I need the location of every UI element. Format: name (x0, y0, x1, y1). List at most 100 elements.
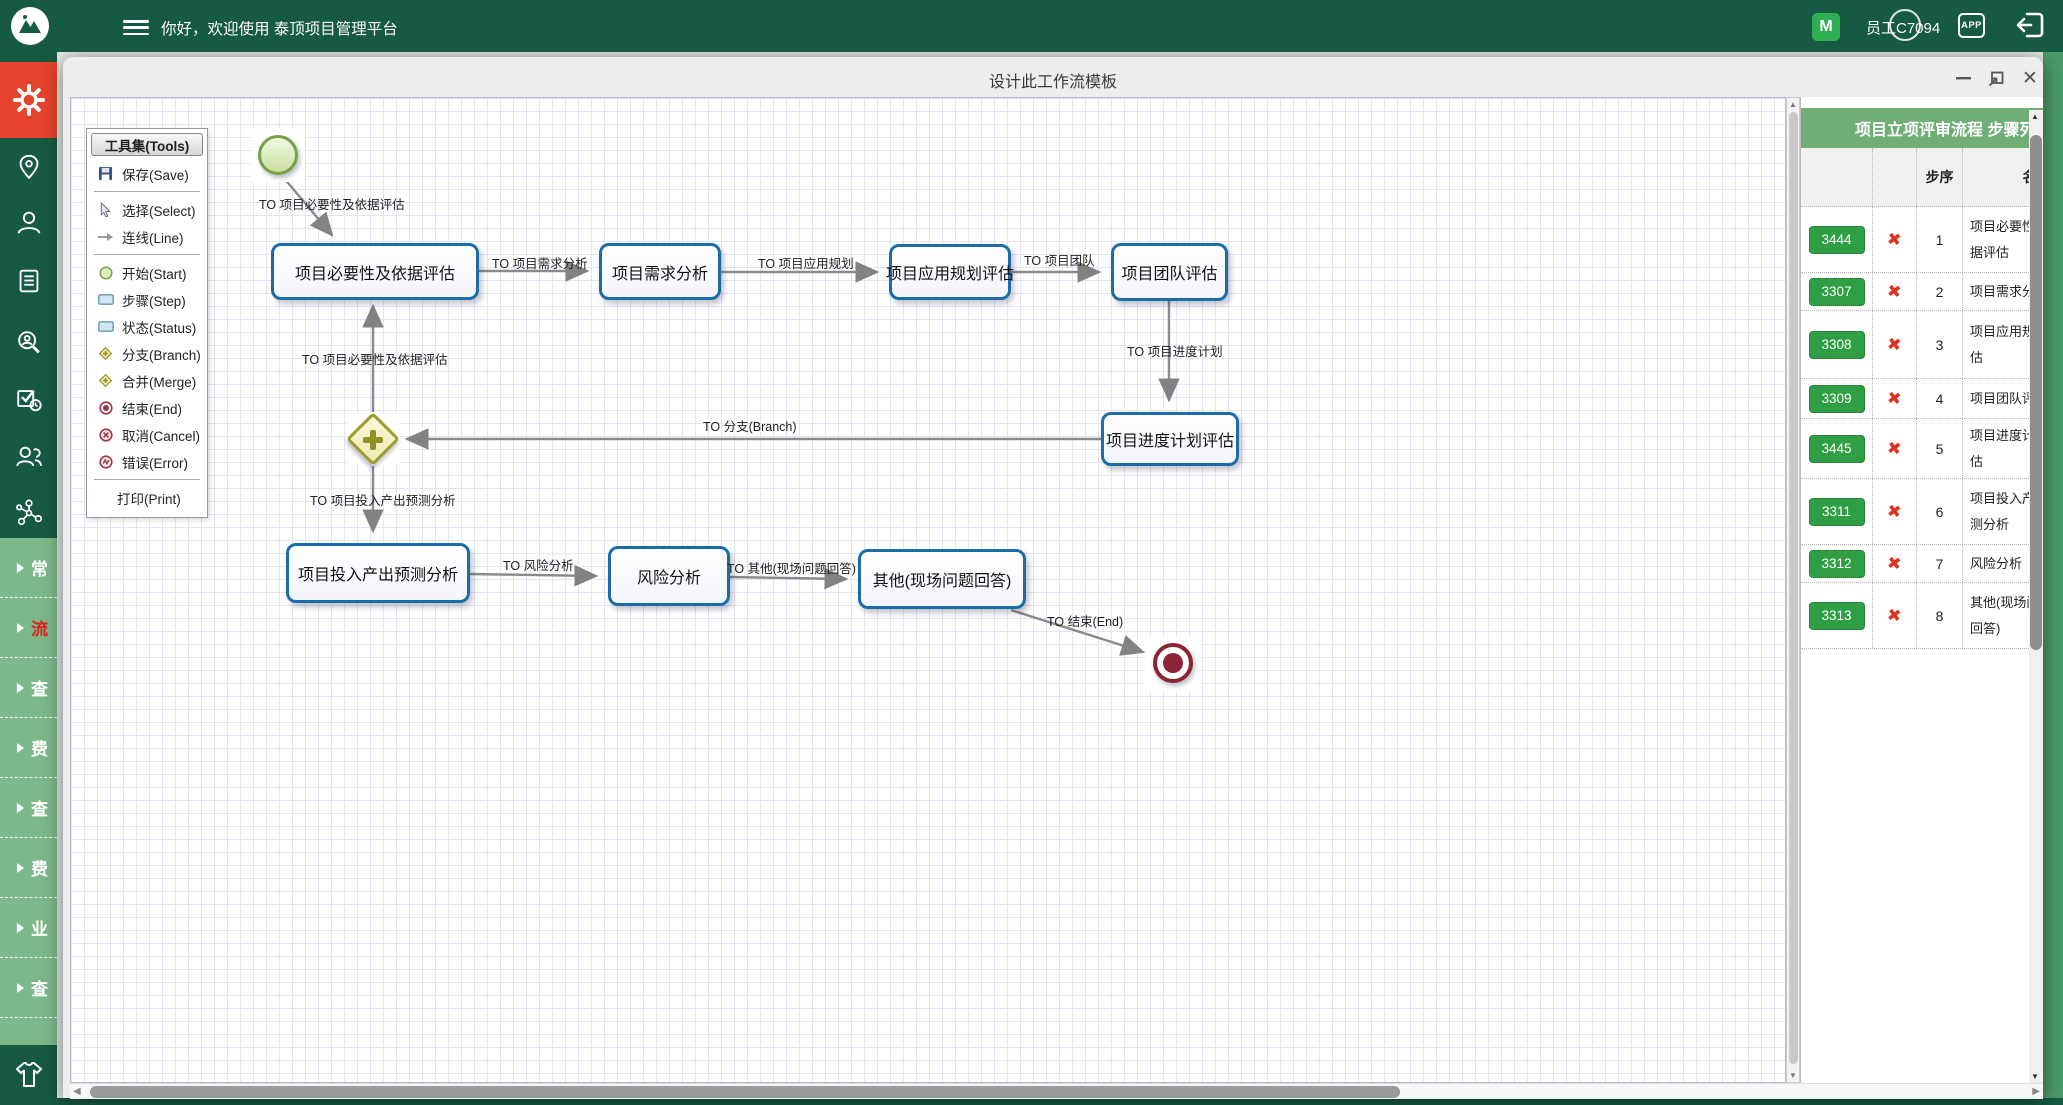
sidebar-item-approval[interactable] (0, 385, 57, 415)
scrollbar-thumb[interactable] (90, 1086, 1400, 1098)
tool-cancel[interactable]: 取消(Cancel) (87, 421, 207, 448)
hamburger-menu-icon[interactable] (123, 20, 149, 35)
edge-risk-to-other[interactable] (729, 567, 849, 590)
sidebar-item-feiyong2[interactable]: 费 (0, 838, 57, 898)
sidebar-footer[interactable] (0, 1045, 57, 1105)
tool-status[interactable]: 状态(Status) (87, 313, 207, 340)
step-id-button[interactable]: 3444 (1808, 225, 1865, 254)
error-circle-icon (97, 454, 114, 469)
tool-merge[interactable]: 合并(Merge) (87, 367, 207, 394)
edge-label: TO 项目必要性及依据评估 (302, 353, 448, 367)
scroll-left-icon[interactable]: ◀ (73, 1086, 81, 1097)
node-team[interactable]: 项目团队评估 (1111, 243, 1228, 301)
node-requirement[interactable]: 项目需求分析 (599, 243, 721, 300)
delete-icon[interactable]: ✖ (1886, 281, 1903, 303)
step-id-button[interactable]: 3308 (1808, 330, 1865, 359)
scroll-down-icon[interactable]: ▼ (2029, 1072, 2041, 1081)
tool-step[interactable]: 步骤(Step) (87, 286, 207, 313)
canvas-vertical-scrollbar[interactable]: ▲ ▼ (1786, 97, 1800, 1083)
table-row: 3309 ✖ 4 项目团队评估 (1801, 379, 2043, 419)
canvas-horizontal-scrollbar[interactable]: ◀ ▶ (70, 1083, 2043, 1099)
scroll-up-icon[interactable]: ▲ (2029, 112, 2041, 121)
tool-error[interactable]: 错误(Error) (87, 448, 207, 475)
divider (94, 191, 200, 192)
cursor-icon (97, 202, 114, 217)
edge-label: TO 分支(Branch) (703, 420, 797, 434)
steps-table: 步序 名称 3444 ✖ 1 项目必要性及依据评估 3307 ✖ 2 项目需求分… (1801, 148, 2043, 649)
table-row: 3307 ✖ 2 项目需求分析 (1801, 273, 2043, 311)
tool-print[interactable]: 打印(Print) (87, 484, 207, 511)
edge-label: TO 项目必要性及依据评估 (259, 198, 405, 212)
sidebar-item-yewu[interactable]: 业 (0, 898, 57, 958)
sidebar-item-liucheng-active[interactable]: 流 (0, 598, 57, 658)
node-schedule[interactable]: 项目进度计划评估 (1101, 412, 1239, 466)
app-logo-icon (11, 7, 49, 45)
chevron-right-icon (17, 742, 24, 753)
node-application[interactable]: 项目应用规划评估 (886, 244, 1014, 300)
app-download-icon[interactable]: APP (1958, 13, 1985, 38)
tool-end[interactable]: 结束(End) (87, 394, 207, 421)
cancel-circle-icon (97, 427, 114, 442)
step-id-button[interactable]: 3311 (1808, 497, 1865, 526)
sidebar-item-user[interactable] (0, 208, 57, 238)
tool-save[interactable]: 保存(Save) (87, 160, 207, 187)
tool-branch[interactable]: 分支(Branch) (87, 340, 207, 367)
step-id-button[interactable]: 3445 (1808, 434, 1865, 463)
user-name[interactable]: 员工C7094 (1866, 17, 1940, 38)
edge-investment-to-risk[interactable] (469, 564, 599, 587)
logout-icon[interactable] (2014, 10, 2046, 45)
delete-icon[interactable]: ✖ (1886, 501, 1903, 523)
dialog-titlebar[interactable]: 设计此工作流模板 ✕ (63, 57, 2043, 97)
step-id-button[interactable]: 3307 (1808, 277, 1865, 306)
branch-plus-icon (370, 429, 376, 450)
scroll-down-icon[interactable]: ▼ (1787, 1071, 1799, 1080)
sidebar-item-chaxun3[interactable]: 查 (0, 958, 57, 1018)
delete-icon[interactable]: ✖ (1886, 438, 1903, 460)
tool-start[interactable]: 开始(Start) (87, 259, 207, 286)
step-id-button[interactable]: 3312 (1808, 549, 1865, 578)
sidebar-item-network[interactable] (0, 498, 57, 528)
sidebar-item-search-user[interactable] (0, 328, 57, 358)
workflow-canvas[interactable]: 项目必要性及依据评估 项目需求分析 项目应用规划评估 项目团队评估 项目进度计划… (70, 97, 1786, 1083)
sidebar-submenu: 常 流 查 费 查 费 业 查 (0, 538, 57, 1045)
sidebar-item-chaxun[interactable]: 查 (0, 658, 57, 718)
scroll-right-icon[interactable]: ▶ (2032, 1086, 2040, 1097)
sidebar-item-chaxun2[interactable]: 查 (0, 778, 57, 838)
end-node-dot (1163, 653, 1183, 673)
sidebar-item-document[interactable] (0, 266, 57, 296)
start-node[interactable] (258, 135, 298, 175)
delete-icon[interactable]: ✖ (1886, 229, 1903, 251)
node-necessity[interactable]: 项目必要性及依据评估 (271, 243, 479, 300)
sidebar-item-team[interactable] (0, 442, 57, 472)
table-header-row: 步序 名称 (1801, 148, 2043, 207)
edge-label: TO 项目应用规划 (758, 257, 854, 271)
tools-panel-header[interactable]: 工具集(Tools) (91, 133, 203, 156)
scrollbar-thumb[interactable] (1788, 112, 1798, 1064)
delete-icon[interactable]: ✖ (1886, 553, 1903, 575)
minimize-button[interactable] (1953, 69, 1973, 87)
end-node[interactable] (1153, 643, 1193, 683)
delete-icon[interactable]: ✖ (1886, 388, 1903, 410)
node-other[interactable]: 其他(现场问题回答) (858, 549, 1026, 609)
node-risk[interactable]: 风险分析 (608, 546, 730, 606)
merge-diamond-icon (97, 373, 114, 388)
node-investment[interactable]: 项目投入产出预测分析 (286, 543, 470, 603)
close-icon[interactable]: ✕ (2020, 68, 2040, 89)
step-id-button[interactable]: 3313 (1808, 601, 1865, 630)
sidebar-item-changyong[interactable]: 常 (0, 538, 57, 598)
sidebar-item-feiyong[interactable]: 费 (0, 718, 57, 778)
tool-select[interactable]: 选择(Select) (87, 196, 207, 223)
scrollbar-thumb[interactable] (2030, 135, 2042, 650)
edge-label: TO 结束(End) (1047, 615, 1124, 629)
message-badge[interactable]: M (1812, 13, 1840, 41)
sidebar-item-settings-active[interactable] (0, 62, 57, 138)
delete-icon[interactable]: ✖ (1886, 334, 1903, 356)
edge-label: TO 项目进度计划 (1127, 345, 1223, 359)
sidebar-item-location[interactable] (0, 152, 57, 182)
scroll-up-icon[interactable]: ▲ (1787, 100, 1799, 109)
step-id-button[interactable]: 3309 (1808, 384, 1865, 413)
maximize-button[interactable] (1986, 69, 2006, 87)
delete-icon[interactable]: ✖ (1886, 605, 1903, 627)
tool-line[interactable]: 连线(Line) (87, 223, 207, 250)
panel-vertical-scrollbar[interactable]: ▲ ▼ (2029, 110, 2043, 1083)
